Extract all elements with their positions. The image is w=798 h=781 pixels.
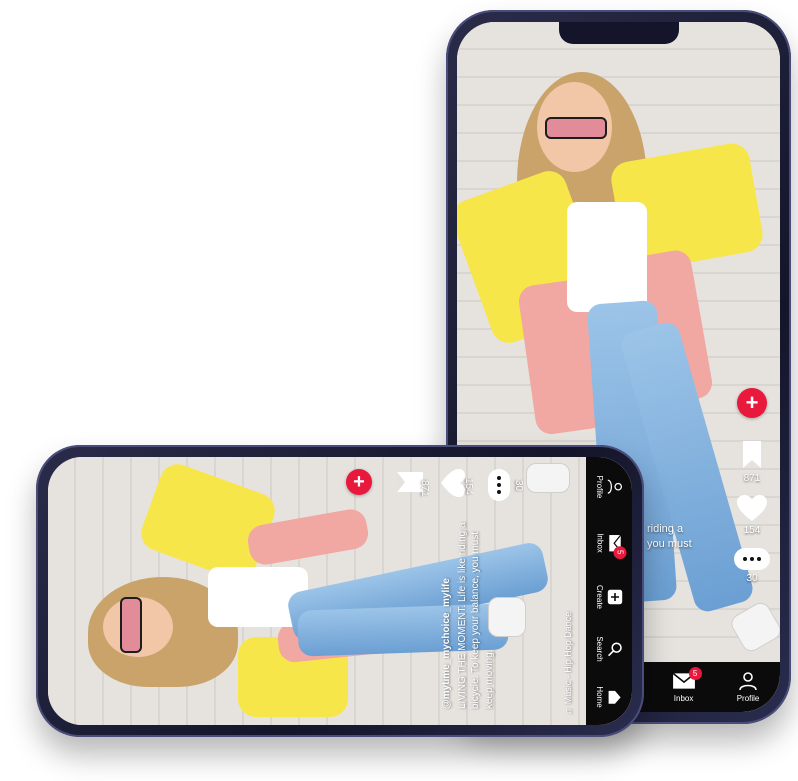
landscape-screen: @mytime_mychoice_mylife LIVING THE MOMEN…	[48, 457, 632, 725]
username[interactable]: @mytime_mychoice_mylife	[440, 469, 454, 709]
landscape-create-icon	[607, 589, 623, 605]
bookmark-icon[interactable]	[740, 440, 764, 470]
profile-icon	[739, 672, 757, 691]
landscape-plus-icon: +	[353, 470, 365, 493]
nav-profile[interactable]: Profile	[736, 671, 760, 703]
landscape-nav-create-label: Create	[595, 584, 604, 610]
landscape-comment-count: 30	[513, 480, 524, 492]
inbox-badge: 5	[688, 667, 702, 680]
plus-icon: +	[745, 390, 759, 415]
caption-line-3: keep moving.	[483, 649, 495, 709]
landscape-nav-search-label: Search	[595, 636, 604, 662]
phone-notch	[558, 22, 679, 44]
heart-icon[interactable]	[736, 494, 768, 522]
landscape-nav-profile-label: Profile	[595, 475, 604, 499]
landscape-nav-inbox[interactable]: 5 Inbox	[595, 533, 627, 559]
landscape-like-count: 154	[463, 478, 474, 495]
music-info[interactable]: ♫ Music - Hip Hop Dance	[562, 585, 574, 715]
landscape-profile-icon	[607, 479, 623, 495]
landscape-comment-icon[interactable]	[488, 469, 510, 501]
landscape-caption: @mytime_mychoice_mylife LIVING THE MOMEN…	[440, 469, 496, 709]
landscape-search-icon	[608, 642, 622, 656]
caption-fragment-2: you must	[647, 537, 692, 550]
landscape-nav-create[interactable]: Create	[595, 585, 623, 609]
portrait-action-rail: + 871 154 30	[732, 388, 772, 584]
landscape-nav-profile[interactable]: Profile	[595, 475, 623, 499]
follow-button[interactable]: +	[737, 388, 767, 418]
nav-inbox[interactable]: 5 Inbox	[672, 667, 702, 703]
music-title: Music - Hip Hop Dance	[563, 611, 573, 705]
landscape-follow-button[interactable]: +	[346, 469, 372, 495]
landscape-side-nav: Profile 5 Inbox Create Search Home	[586, 457, 632, 725]
caption-line-1: LIVING THE MOMENT. Life is like riding a	[456, 522, 468, 709]
landscape-nav-inbox-label: Inbox	[595, 533, 605, 553]
landscape-home-icon	[608, 690, 621, 704]
nav-inbox-label: Inbox	[673, 694, 694, 703]
landscape-nav-home[interactable]: Home	[595, 686, 623, 708]
music-note-icon: ♫	[563, 708, 573, 715]
landscape-nav-home-label: Home	[595, 686, 604, 708]
nav-profile-label: Profile	[736, 694, 760, 703]
caption-line-2: bicycle. To keep your balance, you must	[470, 531, 481, 709]
comment-count: 30	[746, 573, 758, 584]
landscape-bookmark-count: 871	[419, 480, 430, 497]
like-count: 154	[743, 525, 761, 536]
comment-icon[interactable]	[734, 548, 770, 570]
landscape-nav-search[interactable]: Search	[595, 636, 623, 662]
portrait-caption: riding a you must	[647, 522, 737, 552]
landscape-phone: @mytime_mychoice_mylife LIVING THE MOMEN…	[36, 445, 644, 737]
caption-fragment-1: riding a	[647, 523, 684, 535]
landscape-inbox-badge: 5	[613, 545, 627, 559]
bookmark-count: 871	[743, 473, 761, 484]
